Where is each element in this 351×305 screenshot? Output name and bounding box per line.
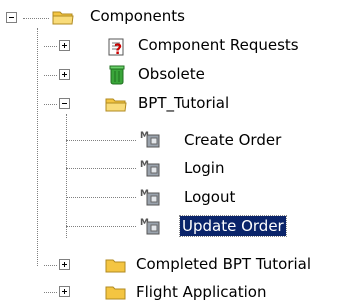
tree-line <box>66 114 67 238</box>
collapse-toggle[interactable] <box>6 12 17 23</box>
collapse-toggle[interactable] <box>59 98 70 109</box>
tree-line <box>44 265 57 266</box>
expand-toggle[interactable] <box>59 259 70 270</box>
trash-can-icon <box>109 64 129 85</box>
tree-line <box>66 168 136 169</box>
tree-item-label[interactable]: Create Order <box>182 130 283 150</box>
tree-item-label[interactable]: Components <box>88 6 187 26</box>
component-request-icon: ? <box>107 37 127 58</box>
tree-line <box>44 292 57 293</box>
folder-icon <box>105 256 126 274</box>
tree-line <box>23 18 49 19</box>
tree-line <box>44 46 57 47</box>
tree-item-label[interactable]: Completed BPT Tutorial <box>134 254 313 274</box>
svg-text:?: ? <box>114 42 122 57</box>
folder-icon <box>105 283 126 301</box>
business-component-icon: M <box>139 129 160 148</box>
tree-item-label-selected[interactable]: Update Order <box>179 215 287 237</box>
tree-item-label[interactable]: Login <box>182 158 226 178</box>
expand-toggle[interactable] <box>59 40 70 51</box>
folder-open-icon <box>105 95 127 113</box>
business-component-icon: M <box>139 158 160 177</box>
tree-line <box>44 104 57 105</box>
tree-item-label[interactable]: Logout <box>182 187 237 207</box>
tree-item-label[interactable]: BPT_Tutorial <box>136 93 231 113</box>
tree-line <box>66 197 136 198</box>
tree-line <box>66 140 136 141</box>
tree-line <box>37 28 38 266</box>
tree-item-label[interactable]: Component Requests <box>136 35 301 55</box>
business-component-icon: M <box>139 216 160 235</box>
tree-item-label[interactable]: Obsolete <box>136 64 207 84</box>
tree-item-label[interactable]: Flight Application <box>134 282 268 302</box>
component-tree: Components ? Component Requests Obsolete… <box>0 0 351 305</box>
tree-line <box>66 226 136 227</box>
tree-line <box>44 75 57 76</box>
business-component-icon: M <box>139 187 160 206</box>
folder-open-icon <box>52 8 74 26</box>
expand-toggle[interactable] <box>59 286 70 297</box>
expand-toggle[interactable] <box>59 69 70 80</box>
